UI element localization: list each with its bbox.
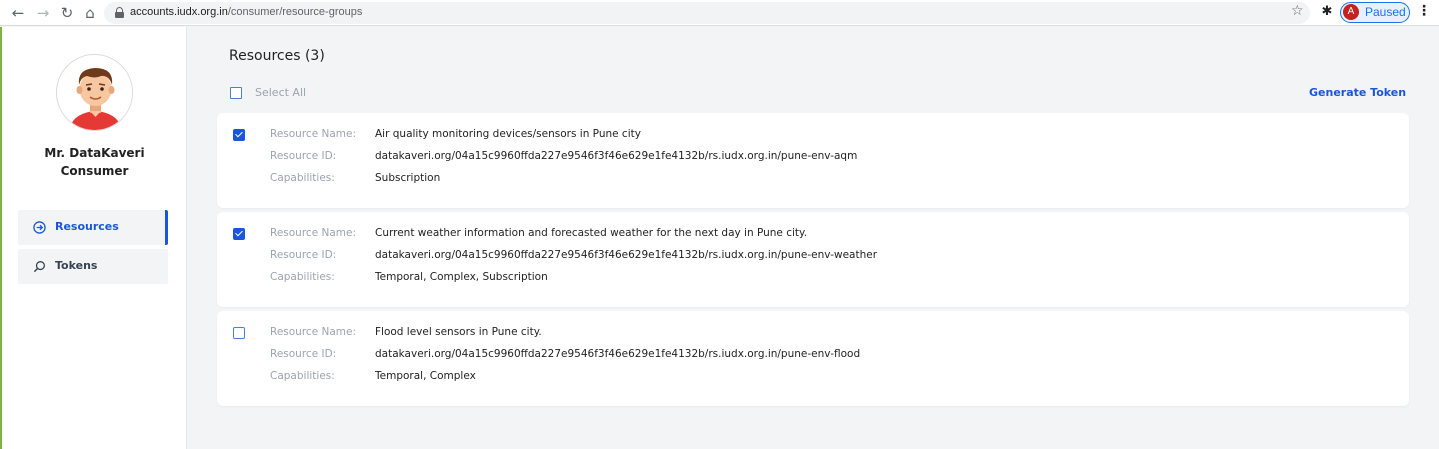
address-bar[interactable]: accounts.iudx.org.in/consumer/resource-g… — [104, 2, 1310, 24]
home-icon[interactable]: ⌂ — [80, 3, 100, 23]
generate-token-button[interactable]: Generate Token — [1309, 86, 1406, 99]
sidebar: Mr. DataKaveri Consumer Resources Tokens — [2, 27, 187, 449]
resource-name: Current weather information and forecast… — [375, 227, 808, 239]
resource-id: datakaveri.org/04a15c9960ffda227e9546f3f… — [375, 348, 861, 360]
sidebar-item-resources[interactable]: Resources — [18, 210, 168, 245]
resource-card: Resource Name: Flood level sensors in Pu… — [217, 311, 1409, 406]
forward-icon[interactable]: → — [33, 3, 53, 23]
resource-id-label: Resource ID: — [270, 249, 337, 261]
user-avatar — [56, 54, 133, 131]
capabilities-label: Capabilities: — [270, 370, 335, 382]
back-icon[interactable]: ← — [8, 3, 28, 23]
resource-id-label: Resource ID: — [270, 150, 337, 162]
capabilities-label: Capabilities: — [270, 271, 335, 283]
browser-toolbar: ← → ↻ ⌂ accounts.iudx.org.in/consumer/re… — [0, 0, 1439, 26]
search-icon — [33, 261, 45, 273]
profile-avatar: A — [1343, 4, 1359, 20]
sidebar-item-label: Tokens — [55, 259, 98, 272]
resource-name-label: Resource Name: — [270, 227, 357, 239]
resource-id: datakaveri.org/04a15c9960ffda227e9546f3f… — [375, 150, 858, 162]
select-all-checkbox[interactable] — [230, 87, 242, 99]
url-text: accounts.iudx.org.in/consumer/resource-g… — [130, 6, 363, 18]
resource-id-label: Resource ID: — [270, 348, 337, 360]
user-avatar-illustration — [57, 55, 132, 130]
sidebar-item-label: Resources — [55, 220, 119, 233]
resource-name-label: Resource Name: — [270, 128, 357, 140]
resource-checkbox[interactable] — [233, 228, 245, 240]
user-name: Mr. DataKaveri Consumer — [44, 146, 145, 178]
resource-name-label: Resource Name: — [270, 326, 357, 338]
resource-id: datakaveri.org/04a15c9960ffda227e9546f3f… — [375, 249, 878, 261]
reload-icon[interactable]: ↻ — [57, 3, 77, 23]
resource-capabilities: Subscription — [375, 172, 441, 184]
page-title: Resources (3) — [229, 48, 325, 64]
resource-checkbox[interactable] — [233, 129, 245, 141]
select-all-label: Select All — [255, 86, 307, 99]
resource-card: Resource Name: Current weather informati… — [217, 212, 1409, 307]
lock-icon — [115, 7, 124, 18]
resource-name: Flood level sensors in Pune city. — [375, 326, 542, 338]
resource-capabilities: Temporal, Complex — [375, 370, 476, 382]
resource-checkbox[interactable] — [233, 327, 245, 339]
resource-card: Resource Name: Air quality monitoring de… — [217, 113, 1409, 208]
bookmark-star-icon[interactable]: ☆ — [1291, 3, 1304, 19]
capabilities-label: Capabilities: — [270, 172, 335, 184]
arrow-right-circle-icon — [33, 221, 46, 234]
resource-capabilities: Temporal, Complex, Subscription — [375, 271, 548, 283]
profile-status: Paused — [1365, 5, 1406, 19]
browser-menu-icon[interactable]: ⋮ — [1417, 3, 1431, 19]
resource-name: Air quality monitoring devices/sensors i… — [375, 128, 641, 140]
profile-button[interactable]: A Paused — [1340, 2, 1410, 23]
sidebar-item-tokens[interactable]: Tokens — [18, 249, 168, 284]
extensions-puzzle-icon[interactable]: ✱ — [1319, 4, 1335, 20]
